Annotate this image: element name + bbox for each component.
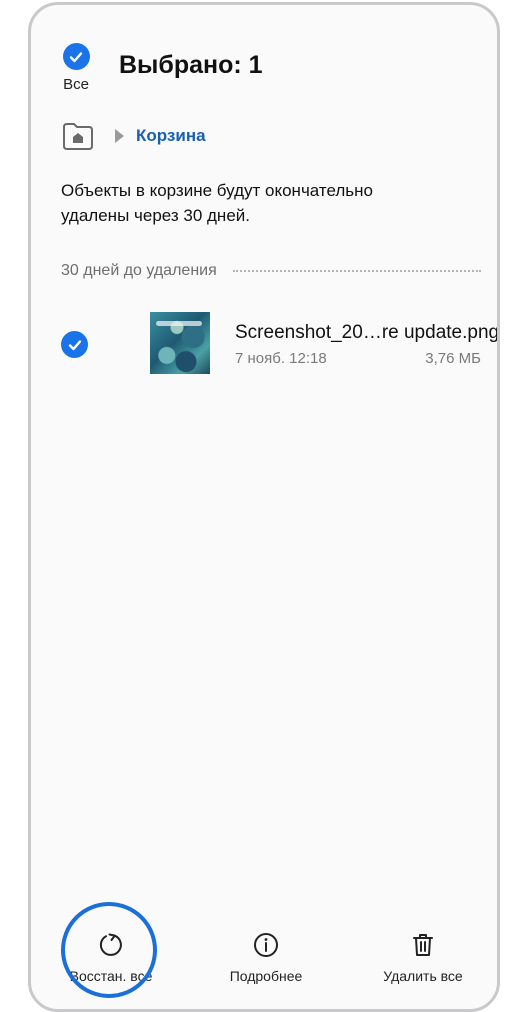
trash-icon (413, 934, 433, 956)
select-all-toggle[interactable]: Все (61, 43, 91, 93)
breadcrumb-current[interactable]: Корзина (136, 126, 206, 146)
select-all-checkbox[interactable] (62, 43, 90, 70)
breadcrumb-arrow-icon (115, 129, 124, 143)
file-row[interactable]: Screenshot_20…re update.png 7 нояб. 12:1… (61, 310, 497, 376)
section-header: 30 дней до удаления (61, 262, 481, 280)
file-thumbnail (150, 312, 210, 374)
thumbnail-search-bar (156, 321, 202, 326)
file-date: 7 нояб. 12:18 (235, 350, 327, 367)
file-name: Screenshot_20…re update.png (235, 322, 500, 343)
details-label: Подробнее (229, 968, 303, 984)
checkmark-icon (69, 51, 83, 62)
delete-all-button[interactable]: Удалить все (353, 925, 493, 984)
info-icon (254, 933, 278, 957)
highlight-circle (61, 902, 157, 998)
section-label: 30 дней до удаления (61, 262, 217, 279)
file-checkbox[interactable] (61, 331, 88, 358)
trash-info-text: Объекты в корзине будут окончательно уда… (61, 181, 373, 225)
file-size: 3,76 МБ (425, 350, 481, 367)
home-folder-icon[interactable] (61, 119, 95, 153)
select-all-label: Все (63, 76, 89, 93)
delete-all-label: Удалить все (383, 968, 463, 984)
breadcrumb: Корзина (61, 119, 206, 153)
page-title: Выбрано: 1 (119, 51, 263, 79)
checkmark-icon (68, 339, 81, 350)
phone-frame: Все Выбрано: 1 Корзина Объекты в корзине… (28, 2, 500, 1012)
section-divider (232, 270, 481, 272)
details-button[interactable]: Подробнее (196, 925, 336, 984)
